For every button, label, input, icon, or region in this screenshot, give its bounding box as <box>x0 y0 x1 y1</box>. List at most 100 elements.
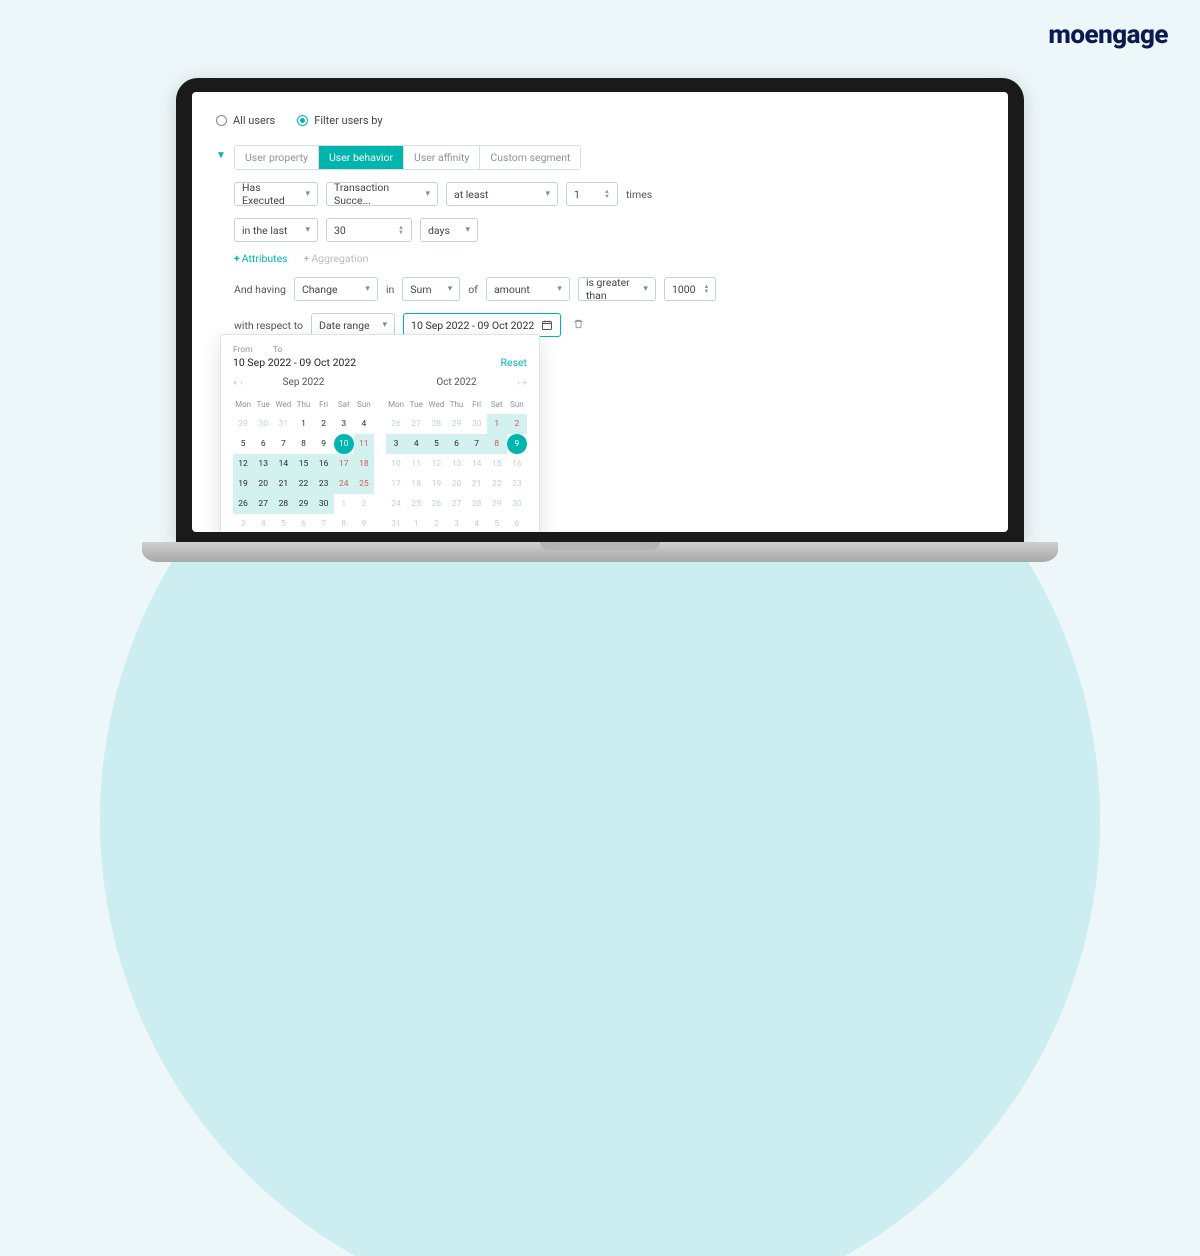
radio-filter-users[interactable]: Filter users by <box>297 114 382 127</box>
calendar-day[interactable]: 4 <box>253 514 273 532</box>
calendar-day[interactable]: 19 <box>426 474 446 494</box>
calendar-day[interactable]: 26 <box>386 414 406 434</box>
calendar-day[interactable]: 1 <box>406 514 426 532</box>
add-aggregation-link[interactable]: +Aggregation <box>304 252 369 265</box>
calendar-day[interactable]: 16 <box>314 454 334 474</box>
calendar-day[interactable]: 21 <box>273 474 293 494</box>
calendar-day[interactable]: 31 <box>273 414 293 434</box>
next-year-icon[interactable]: » <box>523 378 527 388</box>
calendar-day[interactable]: 31 <box>386 514 406 532</box>
calendar-day[interactable]: 2 <box>354 494 374 514</box>
calendar-day[interactable]: 8 <box>487 434 507 454</box>
select-execution[interactable]: Has Executed ▾ <box>234 182 318 206</box>
calendar-day[interactable]: 14 <box>467 454 487 474</box>
calendar-day[interactable]: 1 <box>334 494 354 514</box>
calendar-day[interactable]: 11 <box>406 454 426 474</box>
calendar-day[interactable]: 10 <box>334 434 354 454</box>
select-event[interactable]: Transaction Succe... ▾ <box>326 182 438 206</box>
calendar-day[interactable]: 6 <box>293 514 313 532</box>
calendar-day[interactable]: 6 <box>507 514 527 532</box>
calendar-day[interactable]: 17 <box>386 474 406 494</box>
calendar-day[interactable]: 4 <box>406 434 426 454</box>
calendar-day[interactable]: 16 <box>507 454 527 474</box>
reset-link[interactable]: Reset <box>501 356 527 369</box>
calendar-day[interactable]: 23 <box>507 474 527 494</box>
calendar-day[interactable]: 22 <box>487 474 507 494</box>
calendar-day[interactable]: 3 <box>446 514 466 532</box>
select-change[interactable]: Change ▾ <box>294 277 378 301</box>
calendar-day[interactable]: 30 <box>467 414 487 434</box>
calendar-day[interactable]: 17 <box>334 454 354 474</box>
calendar-day[interactable]: 24 <box>386 494 406 514</box>
calendar-day[interactable]: 30 <box>253 414 273 434</box>
calendar-day[interactable]: 11 <box>354 434 374 454</box>
calendar-day[interactable]: 2 <box>426 514 446 532</box>
calendar-day[interactable]: 19 <box>233 474 253 494</box>
calendar-day[interactable]: 25 <box>354 474 374 494</box>
select-aggregate[interactable]: Sum ▾ <box>402 277 460 301</box>
select-unit[interactable]: days ▾ <box>420 218 478 242</box>
tab-user-affinity[interactable]: User affinity <box>404 146 480 169</box>
calendar-day[interactable]: 2 <box>507 414 527 434</box>
calendar-day[interactable]: 5 <box>233 434 253 454</box>
calendar-day[interactable]: 21 <box>467 474 487 494</box>
collapse-toggle[interactable]: ▼ <box>216 145 226 337</box>
tab-user-property[interactable]: User property <box>235 146 319 169</box>
input-duration[interactable]: 30 ▲▼ <box>326 218 412 242</box>
calendar-day[interactable]: 27 <box>446 494 466 514</box>
calendar-day[interactable]: 4 <box>467 514 487 532</box>
calendar-day[interactable]: 9 <box>507 434 527 454</box>
input-threshold[interactable]: 1000 ▲▼ <box>664 277 716 301</box>
calendar-day[interactable]: 5 <box>273 514 293 532</box>
calendar-day[interactable]: 27 <box>406 414 426 434</box>
calendar-day[interactable]: 25 <box>406 494 426 514</box>
calendar-day[interactable]: 20 <box>446 474 466 494</box>
calendar-day[interactable]: 29 <box>446 414 466 434</box>
next-month-icon[interactable]: › <box>517 378 520 388</box>
calendar-day[interactable]: 22 <box>293 474 313 494</box>
calendar-day[interactable]: 12 <box>233 454 253 474</box>
calendar-day[interactable]: 18 <box>406 474 426 494</box>
calendar-day[interactable]: 9 <box>354 514 374 532</box>
add-attributes-link[interactable]: +Attributes <box>234 252 288 265</box>
select-comparator[interactable]: at least ▾ <box>446 182 558 206</box>
calendar-day[interactable]: 14 <box>273 454 293 474</box>
tab-user-behavior[interactable]: User behavior <box>319 146 404 169</box>
calendar-day[interactable]: 2 <box>314 414 334 434</box>
calendar-day[interactable]: 28 <box>273 494 293 514</box>
calendar-day[interactable]: 26 <box>233 494 253 514</box>
select-operator[interactable]: is greater than ▾ <box>578 277 656 301</box>
calendar-day[interactable]: 10 <box>386 454 406 474</box>
calendar-day[interactable]: 24 <box>334 474 354 494</box>
tab-custom-segment[interactable]: Custom segment <box>480 146 580 169</box>
calendar-day[interactable]: 5 <box>487 514 507 532</box>
calendar-day[interactable]: 8 <box>293 434 313 454</box>
calendar-day[interactable]: 15 <box>293 454 313 474</box>
prev-month-icon[interactable]: ‹ <box>240 378 243 388</box>
calendar-day[interactable]: 9 <box>314 434 334 454</box>
calendar-day[interactable]: 8 <box>334 514 354 532</box>
delete-icon[interactable] <box>573 318 584 333</box>
calendar-day[interactable]: 28 <box>426 414 446 434</box>
radio-all-users[interactable]: All users <box>216 114 275 127</box>
calendar-day[interactable]: 1 <box>487 414 507 434</box>
calendar-day[interactable]: 27 <box>253 494 273 514</box>
calendar-day[interactable]: 7 <box>467 434 487 454</box>
calendar-day[interactable]: 15 <box>487 454 507 474</box>
calendar-day[interactable]: 30 <box>507 494 527 514</box>
calendar-day[interactable]: 3 <box>233 514 253 532</box>
calendar-day[interactable]: 7 <box>314 514 334 532</box>
prev-year-icon[interactable]: « <box>233 378 237 388</box>
calendar-day[interactable]: 1 <box>293 414 313 434</box>
calendar-day[interactable]: 26 <box>426 494 446 514</box>
input-count[interactable]: 1 ▲▼ <box>566 182 618 206</box>
calendar-day[interactable]: 4 <box>354 414 374 434</box>
calendar-day[interactable]: 29 <box>293 494 313 514</box>
calendar-day[interactable]: 18 <box>354 454 374 474</box>
calendar-day[interactable]: 12 <box>426 454 446 474</box>
calendar-day[interactable]: 29 <box>487 494 507 514</box>
calendar-day[interactable]: 13 <box>446 454 466 474</box>
select-field[interactable]: amount ▾ <box>486 277 570 301</box>
calendar-day[interactable]: 3 <box>386 434 406 454</box>
calendar-day[interactable]: 6 <box>253 434 273 454</box>
